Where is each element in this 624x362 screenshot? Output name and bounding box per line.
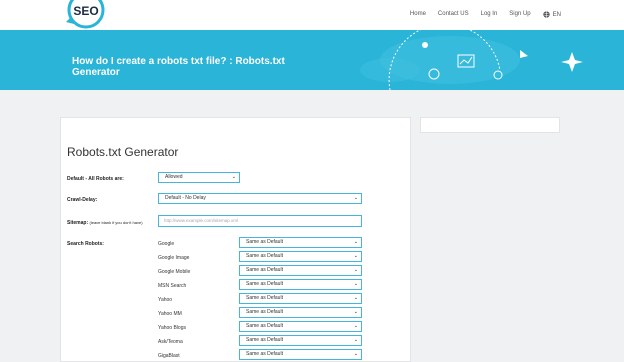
robot-select[interactable]: Same as Default ⌄ <box>239 251 362 262</box>
logo-text: SEO <box>73 4 98 18</box>
hero-illustration <box>360 30 583 90</box>
chevron-down-icon: ⌄ <box>353 253 358 259</box>
robot-name: Ask/Teoma <box>158 339 183 345</box>
main-nav: Home Contact US Log In Sign Up EN <box>410 11 561 18</box>
chevron-down-icon: ⌄ <box>353 295 358 301</box>
robot-name: Google Image <box>158 255 190 261</box>
globe-icon <box>543 11 550 18</box>
nav-contact[interactable]: Contact US <box>438 11 469 18</box>
robot-name: Yahoo MM <box>158 311 182 317</box>
robot-select[interactable]: Same as Default ⌄ <box>239 265 362 276</box>
robot-select-value: Same as Default <box>246 351 283 357</box>
generator-title: Robots.txt Generator <box>67 145 179 159</box>
chevron-down-icon: ⌄ <box>353 267 358 273</box>
robot-select-value: Same as Default <box>246 309 283 315</box>
default-robots-value: Allowed <box>165 174 183 180</box>
hero-title: How do I create a robots txt file? : Rob… <box>72 56 285 78</box>
default-robots-select[interactable]: Allowed ⌄ <box>158 172 240 183</box>
robot-name: GigaBlast <box>158 353 180 359</box>
chevron-down-icon: ⌄ <box>353 309 358 315</box>
search-robots-label: Search Robots: <box>67 241 104 247</box>
robot-select[interactable]: Same as Default ⌄ <box>239 307 362 318</box>
nav-signup[interactable]: Sign Up <box>509 11 530 18</box>
chevron-down-icon: ⌄ <box>353 281 358 287</box>
language-label: EN <box>552 11 561 18</box>
seo-logo[interactable]: SEO <box>62 0 112 30</box>
robot-name: Yahoo <box>158 297 173 303</box>
hero-banner: How do I create a robots txt file? : Rob… <box>0 30 624 90</box>
default-robots-label: Default - All Robots are: <box>67 176 124 182</box>
nav-login[interactable]: Log In <box>481 11 498 18</box>
robot-select-value: Same as Default <box>246 267 283 273</box>
chevron-down-icon: ⌄ <box>231 174 236 180</box>
robot-select-value: Same as Default <box>246 337 283 343</box>
robot-name: Yahoo Blogs <box>158 325 186 331</box>
language-selector[interactable]: EN <box>543 11 561 18</box>
chevron-down-icon: ⌄ <box>353 337 358 343</box>
robot-select[interactable]: Same as Default ⌄ <box>239 335 362 346</box>
sitemap-note: (leave blank if you don't have) <box>89 220 143 225</box>
robot-select-value: Same as Default <box>246 239 283 245</box>
top-navbar: SEO Home Contact US Log In Sign Up EN <box>0 0 624 30</box>
robot-select-value: Same as Default <box>246 323 283 329</box>
generator-card: Robots.txt Generator Default - All Robot… <box>60 117 411 362</box>
sidebar-box <box>420 117 560 133</box>
sitemap-label: Sitemap: <box>67 220 89 226</box>
robot-select-value: Same as Default <box>246 295 283 301</box>
chevron-down-icon: ⌄ <box>353 323 358 329</box>
robot-select-value: Same as Default <box>246 253 283 259</box>
robot-name: Google <box>158 241 175 247</box>
chevron-down-icon: ⌄ <box>353 239 358 245</box>
robot-name: Google Mobile <box>158 269 191 275</box>
robot-select[interactable]: Same as Default ⌄ <box>239 293 362 304</box>
sitemap-input[interactable]: http://www.example.com/sitemap.xml <box>158 215 362 227</box>
robot-select[interactable]: Same as Default ⌄ <box>239 279 362 290</box>
crawl-delay-value: Default - No Delay <box>165 195 206 201</box>
robot-select[interactable]: Same as Default ⌄ <box>239 237 362 248</box>
sitemap-label-group: Sitemap: (leave blank if you don't have) <box>67 220 143 226</box>
robot-select-value: Same as Default <box>246 281 283 287</box>
nav-home[interactable]: Home <box>410 11 426 18</box>
chevron-down-icon: ⌄ <box>353 195 358 201</box>
robot-name: MSN Search <box>158 283 187 289</box>
robot-select[interactable]: Same as Default ⌄ <box>239 321 362 332</box>
crawl-delay-select[interactable]: Default - No Delay ⌄ <box>158 193 362 204</box>
crawl-delay-label: Crawl-Delay: <box>67 197 98 203</box>
